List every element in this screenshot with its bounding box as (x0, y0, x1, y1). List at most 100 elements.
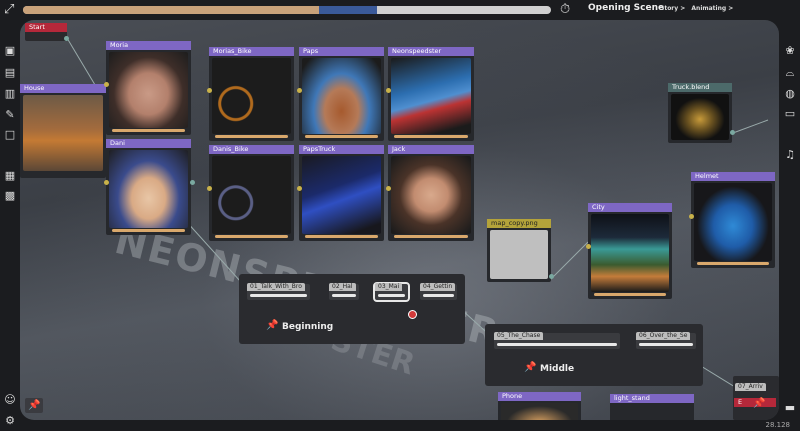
record-dot[interactable] (408, 310, 417, 319)
image-settings-icon[interactable]: ▤ (0, 66, 20, 79)
paps-truck-thumbnail (302, 156, 381, 234)
step-06[interactable]: 06_Over_the_Se (636, 332, 696, 349)
node-house[interactable]: House (20, 84, 106, 178)
breadcrumb-story[interactable]: Story > (660, 5, 685, 12)
pin-icon[interactable]: 📌 (753, 398, 765, 409)
node-map-copy[interactable]: map_copy.png (487, 219, 551, 282)
step-04[interactable]: 04_Gettin (420, 283, 457, 300)
node-neonspeedster-title: Neonspeedster (388, 47, 474, 56)
add-image-icon[interactable]: ▣ (0, 44, 20, 57)
node-morias-bike[interactable]: Morias_Bike (209, 47, 294, 141)
step-bar (497, 343, 617, 346)
clipboard-icon[interactable]: ▥ (0, 87, 20, 100)
node-bar (697, 262, 769, 265)
group-middle[interactable]: 05_The_Chase 06_Over_the_Se 📌 Middle (485, 324, 703, 386)
node-canvas[interactable]: NEONSPEEDSTER STER Start House Moria Dan… (20, 20, 779, 420)
moria-thumbnail (109, 52, 188, 128)
node-truck-blend-title: Truck.blend (668, 83, 732, 92)
dani-thumbnail (109, 150, 188, 228)
start-node[interactable]: Start (25, 23, 67, 41)
node-truck-blend[interactable]: Truck.blend (668, 83, 732, 143)
start-node-title: Start (25, 23, 67, 32)
truck-blend-thumbnail (671, 94, 729, 140)
clapperboard-icon[interactable]: ▩ (0, 189, 20, 202)
node-arrive[interactable]: 07_Arriv E 📌 (733, 376, 779, 420)
music-icon[interactable]: ♫ (780, 148, 800, 161)
users-icon[interactable]: ☺ (0, 393, 20, 406)
group-beginning[interactable]: 01_Talk_With_Bro 02_Hal 03_Mai 04_Gettin… (239, 274, 465, 344)
node-bar (394, 135, 468, 138)
node-bar (112, 129, 185, 132)
progress-done (23, 6, 319, 14)
node-danis-bike-title: Danis_Bike (209, 145, 294, 154)
step-04-label: 04_Gettin (420, 283, 456, 291)
top-bar: ⤢ ⏱ Opening Scene Story > Animating > (0, 0, 800, 20)
node-jack[interactable]: Jack (388, 145, 474, 241)
breadcrumb-animating[interactable]: Animating > (691, 5, 733, 12)
node-morias-bike-title: Morias_Bike (209, 47, 294, 56)
progress-current (318, 6, 377, 14)
node-paps-truck-title: PapsTruck (299, 145, 384, 154)
node-light-stand[interactable]: light_stand (610, 394, 694, 420)
graph-icon[interactable]: ⤢ (4, 3, 14, 17)
node-dani[interactable]: Dani (106, 139, 191, 235)
node-bar (305, 235, 378, 238)
breadcrumb: Story > Animating > (660, 5, 737, 12)
stopwatch-icon[interactable]: ⏱ (560, 3, 570, 17)
node-bar (394, 235, 468, 238)
node-bar (594, 293, 666, 296)
step-bar (250, 294, 307, 297)
timeline-progress-bar[interactable] (23, 6, 551, 14)
node-moria-title: Moria (106, 41, 191, 50)
node-helmet[interactable]: Helmet (691, 172, 775, 268)
pin-button[interactable]: 📌 (25, 398, 44, 413)
step-bar (378, 294, 405, 297)
danis-bike-thumbnail (212, 156, 291, 234)
printer-icon[interactable]: ▦ (0, 169, 20, 182)
node-city[interactable]: City (588, 203, 672, 299)
step-01[interactable]: 01_Talk_With_Bro (247, 283, 310, 300)
step-05-label: 05_The_Chase (494, 332, 544, 340)
step-02-label: 02_Hal (329, 283, 356, 291)
archive-icon[interactable]: ▭ (780, 107, 800, 120)
node-neonspeedster[interactable]: Neonspeedster (388, 47, 474, 141)
step-03[interactable]: 03_Mai (373, 282, 410, 302)
node-paps-truck[interactable]: PapsTruck (299, 145, 384, 241)
car-icon[interactable]: ⌓ (780, 66, 800, 80)
node-moria[interactable]: Moria (106, 41, 191, 135)
node-map-copy-title: map_copy.png (487, 219, 551, 228)
version-label: 28.128 (765, 421, 791, 429)
brain-icon[interactable]: ❀ (780, 44, 800, 57)
node-light-stand-title: light_stand (610, 394, 694, 403)
step-05[interactable]: 05_The_Chase (494, 332, 620, 349)
node-danis-bike[interactable]: Danis_Bike (209, 145, 294, 241)
node-phone[interactable]: Phone (498, 392, 581, 420)
step-bar (423, 294, 454, 297)
globe-icon[interactable]: ◍ (780, 87, 800, 100)
node-bar (305, 135, 378, 138)
step-01-label: 01_Talk_With_Bro (247, 283, 305, 291)
pin-icon[interactable]: ✎ (0, 108, 20, 121)
paps-thumbnail (302, 58, 381, 134)
node-house-title: House (20, 84, 106, 93)
folder-icon[interactable]: ▬ (780, 401, 800, 414)
gear-icon[interactable]: ⚙ (0, 414, 20, 427)
neonspeedster-thumbnail (391, 58, 471, 134)
pin-icon[interactable]: 📌 (266, 320, 278, 331)
frame-icon[interactable]: □ (0, 128, 20, 141)
phone-thumbnail (501, 403, 578, 420)
helmet-thumbnail (694, 183, 772, 261)
scene-title: Opening Scene (588, 3, 665, 13)
city-thumbnail (591, 214, 669, 292)
step-02[interactable]: 02_Hal (329, 283, 359, 300)
node-phone-title: Phone (498, 392, 581, 401)
node-bar (215, 135, 288, 138)
group-middle-label: Middle (540, 364, 575, 374)
pin-icon[interactable]: 📌 (524, 362, 536, 373)
node-paps[interactable]: Paps (299, 47, 384, 141)
step-arrive-label: 07_Arriv (735, 383, 766, 391)
node-dani-title: Dani (106, 139, 191, 148)
node-bar (112, 229, 185, 232)
node-paps-title: Paps (299, 47, 384, 56)
house-thumbnail (23, 95, 103, 171)
